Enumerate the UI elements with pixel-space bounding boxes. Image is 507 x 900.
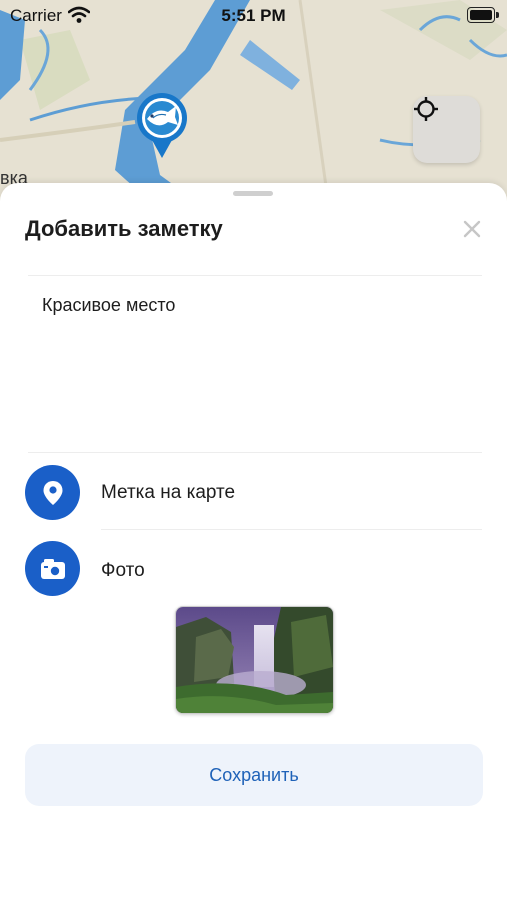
crosshair-icon [414, 97, 438, 121]
divider [101, 529, 482, 530]
sheet-grabber[interactable] [233, 191, 273, 196]
photo-row-label[interactable]: Фото [101, 560, 145, 582]
camera-icon [40, 558, 65, 579]
sheet-title: Добавить заметку [25, 216, 223, 241]
save-button[interactable]: Сохранить [25, 744, 483, 806]
photo-thumbnail[interactable] [175, 606, 334, 714]
fishing-spot-marker[interactable] [134, 92, 190, 160]
fish-marker-icon [137, 93, 187, 158]
map-marker-row-label[interactable]: Метка на карте [101, 482, 235, 504]
battery-icon [467, 7, 499, 23]
close-icon [463, 220, 481, 238]
waterfall-photo-image [176, 607, 333, 713]
add-note-sheet: Добавить заметку Красивое место Метка на… [0, 183, 507, 900]
my-location-button[interactable] [413, 96, 480, 163]
status-bar: Carrier 5:51 PM [0, 0, 507, 32]
divider [28, 275, 482, 276]
location-pin-icon [43, 480, 62, 505]
photo-row-icon[interactable] [25, 541, 80, 596]
status-time: 5:51 PM [221, 6, 286, 25]
divider [28, 452, 482, 453]
map-marker-row-icon[interactable] [25, 465, 80, 520]
note-text-field[interactable]: Красивое место [42, 295, 175, 316]
close-button[interactable] [460, 217, 484, 241]
